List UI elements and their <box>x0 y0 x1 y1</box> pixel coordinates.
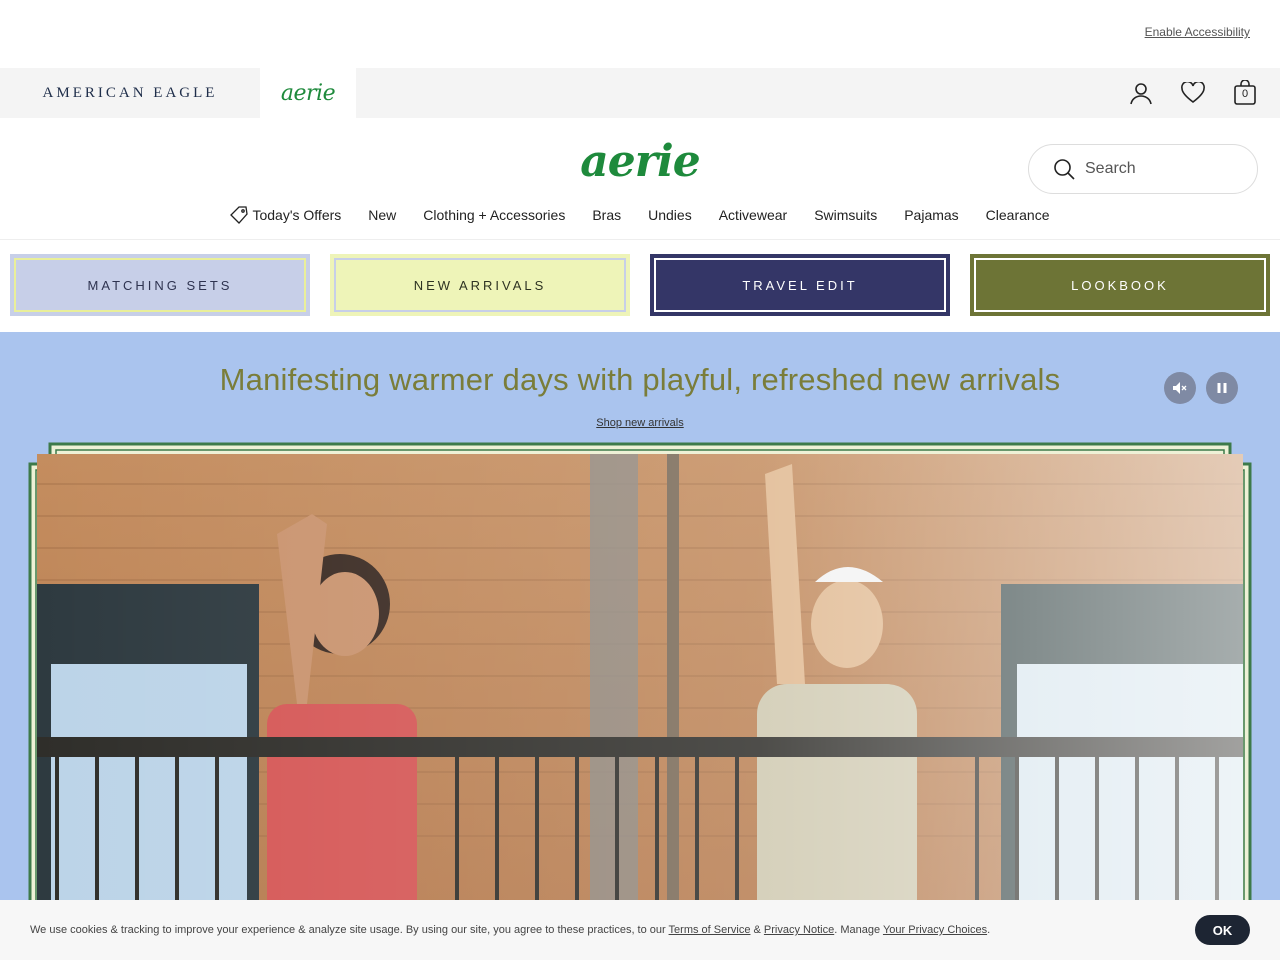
accessibility-bar: Enable Accessibility <box>0 0 1280 68</box>
favorites-heart-icon[interactable] <box>1180 80 1206 106</box>
promo-tiles: MATCHING SETS NEW ARRIVALS TRAVEL EDIT L… <box>0 240 1280 332</box>
nav-item-undies[interactable]: Undies <box>635 207 706 223</box>
cookie-banner: We use cookies & tracking to improve you… <box>0 900 1280 960</box>
aerie-tab[interactable]: aerie <box>260 68 356 118</box>
tile-label: MATCHING SETS <box>87 277 233 293</box>
bag-count: 0 <box>1241 88 1249 100</box>
privacy-notice-link[interactable]: Privacy Notice <box>764 924 834 936</box>
hero-video <box>37 454 1243 960</box>
enable-accessibility-link[interactable]: Enable Accessibility <box>1145 25 1250 39</box>
tile-matching-sets[interactable]: MATCHING SETS <box>10 254 310 316</box>
terms-of-service-link[interactable]: Terms of Service <box>669 924 751 936</box>
search-input[interactable] <box>1085 160 1235 178</box>
hero-section: Manifesting warmer days with playful, re… <box>0 332 1280 960</box>
shop-new-arrivals-link-text[interactable]: Shop new arrivals <box>596 417 683 429</box>
speaker-muted-icon <box>1173 382 1187 394</box>
account-icon[interactable] <box>1128 80 1154 106</box>
tile-label: TRAVEL EDIT <box>742 277 858 293</box>
main-nav: Today's Offers New Clothing + Accessorie… <box>0 194 1280 240</box>
nav-label-todays-offers: Today's Offers <box>252 206 342 223</box>
tile-label: LOOKBOOK <box>1071 277 1169 293</box>
pause-icon <box>1217 383 1227 393</box>
hero-title: Manifesting warmer days with playful, re… <box>219 362 1061 397</box>
tag-icon <box>230 205 249 224</box>
hero-image <box>37 454 1243 960</box>
logo-row: aerie <box>0 118 1280 194</box>
nav-item-clearance[interactable]: Clearance <box>972 207 1063 223</box>
nav-item-swimsuits[interactable]: Swimsuits <box>801 207 891 223</box>
cookie-ok-button[interactable]: OK <box>1195 915 1250 945</box>
search-icon <box>1054 159 1075 180</box>
nav-item-new[interactable]: New <box>355 207 410 223</box>
mute-button[interactable] <box>1164 372 1196 404</box>
brand-bar: AMERICAN EAGLE aerie 0 <box>0 68 1280 118</box>
cookie-text: We use cookies & tracking to improve you… <box>30 924 990 936</box>
tile-travel-edit[interactable]: TRAVEL EDIT <box>650 254 950 316</box>
aerie-logo[interactable]: aerie <box>580 136 700 187</box>
cookie-amp: & <box>750 924 764 936</box>
nav-item-todays-offers[interactable]: Today's Offers <box>217 205 355 224</box>
tile-new-arrivals[interactable]: NEW ARRIVALS <box>330 254 630 316</box>
nav-item-pajamas[interactable]: Pajamas <box>891 207 972 223</box>
utility-icons: 0 <box>1128 68 1258 118</box>
shopping-bag-icon[interactable]: 0 <box>1232 80 1258 106</box>
tile-label: NEW ARRIVALS <box>413 277 547 293</box>
privacy-choices-link[interactable]: Your Privacy Choices <box>883 924 987 936</box>
shop-new-arrivals-link: Shop new arrivals <box>0 417 1280 429</box>
nav-item-bras[interactable]: Bras <box>579 207 635 223</box>
cookie-manage: . Manage <box>834 924 883 936</box>
cookie-text-before: We use cookies & tracking to improve you… <box>30 924 669 936</box>
nav-item-activewear[interactable]: Activewear <box>705 207 800 223</box>
american-eagle-tab[interactable]: AMERICAN EAGLE <box>0 68 260 118</box>
tile-lookbook[interactable]: LOOKBOOK <box>970 254 1270 316</box>
search-box[interactable] <box>1028 144 1258 194</box>
pause-button[interactable] <box>1206 372 1238 404</box>
cookie-end: . <box>987 924 991 936</box>
nav-item-clothing-accessories[interactable]: Clothing + Accessories <box>410 207 579 223</box>
